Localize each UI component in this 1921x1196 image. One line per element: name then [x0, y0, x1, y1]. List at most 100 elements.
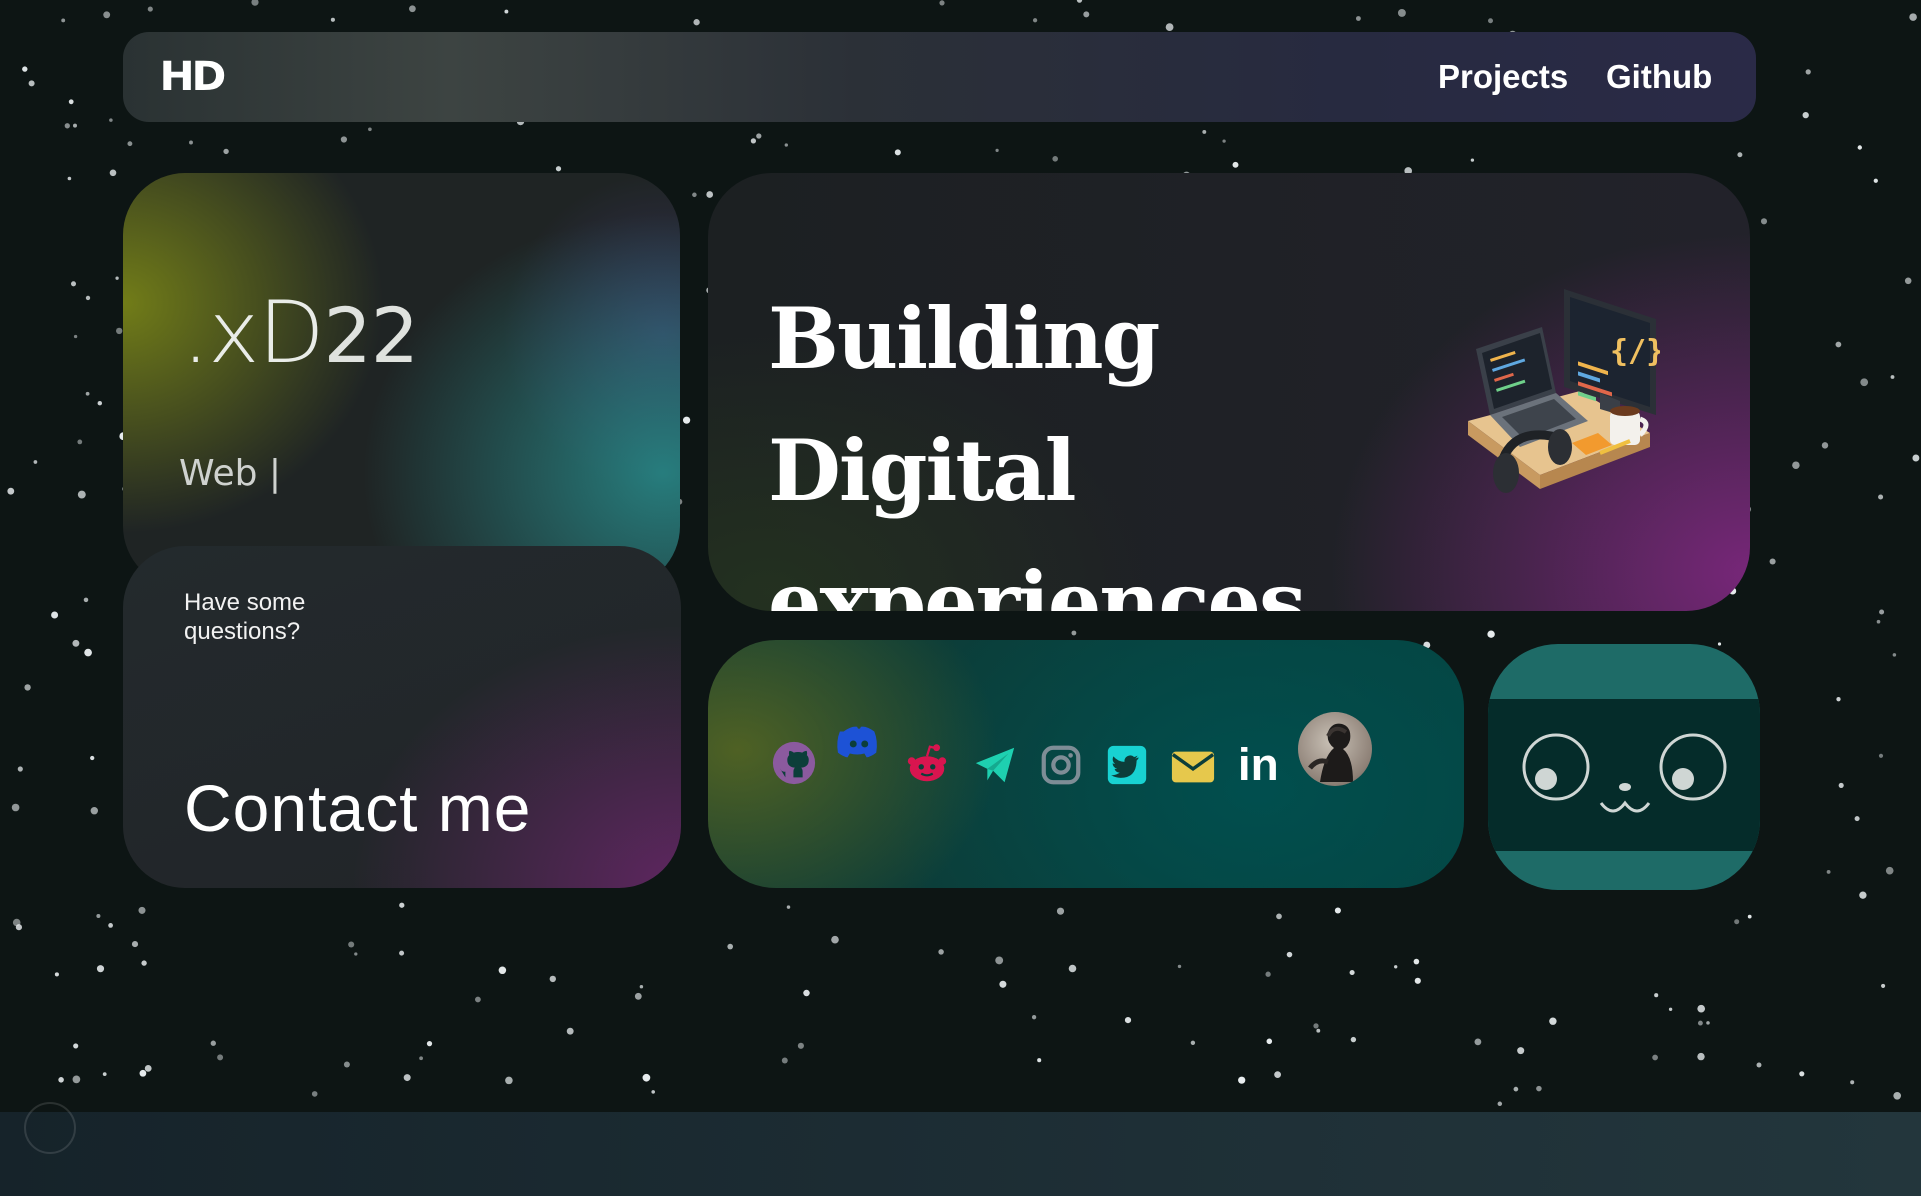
- star: [368, 127, 372, 132]
- star: [330, 17, 335, 22]
- star: [138, 906, 146, 914]
- star: [1881, 983, 1886, 988]
- brand-name-number: 22: [323, 291, 419, 380]
- scroll-indicator[interactable]: [24, 1102, 76, 1154]
- star: [1769, 558, 1776, 565]
- star: [634, 992, 642, 1000]
- star: [51, 611, 59, 619]
- star: [1717, 642, 1722, 646]
- star: [54, 972, 59, 977]
- star: [1878, 494, 1884, 500]
- star: [1893, 1091, 1902, 1100]
- avatar[interactable]: [1298, 712, 1372, 786]
- star: [144, 1064, 152, 1072]
- star: [566, 1027, 574, 1035]
- star: [1799, 1071, 1805, 1077]
- reddit-icon[interactable]: [904, 740, 950, 786]
- star: [1904, 277, 1912, 285]
- star: [786, 905, 791, 909]
- star: [419, 1056, 423, 1061]
- star: [96, 965, 105, 973]
- star: [116, 327, 123, 335]
- star: [498, 966, 507, 975]
- star: [1760, 218, 1768, 225]
- mascot-card[interactable]: [1488, 644, 1760, 890]
- star: [1549, 1017, 1557, 1025]
- star: [1334, 907, 1341, 914]
- star: [109, 118, 113, 122]
- star: [1413, 958, 1420, 965]
- star: [1873, 178, 1878, 183]
- star: [189, 140, 193, 145]
- avatar-portrait: [1308, 723, 1353, 782]
- discord-icon[interactable]: [836, 720, 882, 766]
- footer-band: [0, 1112, 1921, 1196]
- star: [340, 136, 347, 143]
- star: [1124, 1017, 1132, 1024]
- star: [22, 66, 28, 72]
- star: [1276, 913, 1282, 920]
- star: [750, 138, 757, 144]
- star: [1652, 1054, 1658, 1061]
- star: [1792, 461, 1800, 469]
- star: [426, 1040, 433, 1047]
- star: [1177, 964, 1182, 969]
- star: [73, 123, 77, 128]
- star: [1266, 1038, 1273, 1045]
- star: [727, 943, 734, 950]
- star: [83, 597, 89, 603]
- email-icon[interactable]: [1170, 744, 1216, 790]
- star: [1734, 919, 1740, 925]
- contact-card[interactable]: Have some questions? Contact me: [123, 546, 681, 888]
- star: [399, 950, 405, 956]
- hero-title: Building Digital experiences.: [768, 273, 1468, 611]
- star: [555, 166, 562, 172]
- star: [1071, 630, 1077, 636]
- star: [115, 276, 119, 280]
- star: [73, 334, 78, 339]
- star: [109, 169, 117, 177]
- star: [474, 996, 481, 1003]
- star: [1536, 1085, 1542, 1092]
- star: [1857, 145, 1862, 150]
- star: [692, 192, 697, 198]
- twitter-icon[interactable]: [1104, 742, 1150, 788]
- star: [803, 989, 810, 997]
- code-brackets-text: {/}: [1610, 334, 1660, 369]
- star: [1190, 1040, 1196, 1046]
- brand-name: .xD22: [182, 283, 419, 386]
- contact-question: Have some questions?: [184, 589, 306, 645]
- star: [1706, 1021, 1710, 1025]
- star: [1517, 1047, 1525, 1055]
- star: [1802, 111, 1809, 119]
- star: [1838, 782, 1844, 788]
- site-logo[interactable]: HD: [159, 54, 226, 100]
- star: [1668, 1007, 1673, 1011]
- github-icon[interactable]: [771, 740, 817, 786]
- star: [651, 1090, 655, 1094]
- star: [693, 19, 700, 26]
- star: [68, 99, 74, 105]
- star: [1349, 969, 1355, 976]
- linkedin-icon[interactable]: in: [1236, 740, 1282, 786]
- star: [1756, 1062, 1762, 1068]
- star: [64, 123, 70, 129]
- contact-me-button[interactable]: Contact me: [184, 768, 531, 848]
- star: [1876, 619, 1881, 624]
- star: [103, 11, 111, 19]
- star: [77, 490, 86, 499]
- star: [1474, 1038, 1482, 1046]
- star: [1912, 454, 1920, 462]
- star: [141, 960, 147, 966]
- star: [1232, 161, 1239, 168]
- nav-link-projects[interactable]: Projects: [1438, 54, 1568, 100]
- nav-link-github[interactable]: Github: [1606, 54, 1712, 100]
- star: [354, 952, 358, 956]
- star: [72, 1075, 81, 1084]
- star: [999, 980, 1007, 988]
- star: [549, 975, 556, 983]
- telegram-icon[interactable]: [972, 742, 1018, 788]
- star: [756, 133, 762, 139]
- instagram-icon[interactable]: [1038, 742, 1084, 788]
- star: [1052, 156, 1058, 162]
